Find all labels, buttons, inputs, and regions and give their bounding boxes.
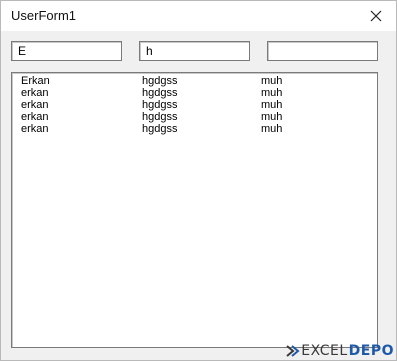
textbox-2[interactable] [139, 41, 250, 61]
list-rows: Erkan hgdgss muh erkan hgdgss muh erkan hgdgss m… [12, 75, 377, 135]
list-cell: muh [261, 123, 283, 135]
list-cell: hgdgss [142, 99, 178, 111]
list-cell: erkan [21, 123, 49, 135]
list-item[interactable]: erkan hgdgss muh [12, 87, 377, 99]
close-icon [370, 10, 382, 22]
list-item[interactable]: erkan hgdgss muh [12, 111, 377, 123]
list-cell: Erkan [21, 75, 50, 87]
window-title: UserForm1 [11, 8, 77, 23]
list-cell: hgdgss [142, 123, 178, 135]
list-cell: hgdgss [142, 111, 178, 123]
list-cell: muh [261, 75, 283, 87]
logo-mark-icon [286, 345, 300, 357]
close-button[interactable] [356, 1, 396, 31]
list-cell: hgdgss [142, 87, 178, 99]
watermark-logo: EXCEL DEPO [286, 343, 394, 359]
watermark-text-1: EXCEL [301, 343, 348, 359]
watermark-text-2: DEPO [348, 343, 394, 359]
list-box[interactable]: Erkan hgdgss muh erkan hgdgss muh erkan hgdgss m… [11, 72, 378, 348]
list-item[interactable]: erkan hgdgss muh [12, 123, 377, 135]
list-item[interactable]: erkan hgdgss muh [12, 99, 377, 111]
textbox-3[interactable] [267, 41, 378, 61]
list-item[interactable]: Erkan hgdgss muh [12, 75, 377, 87]
list-cell: muh [261, 99, 283, 111]
textbox-1[interactable] [11, 41, 122, 61]
list-cell: hgdgss [142, 75, 178, 87]
list-cell: muh [261, 111, 283, 123]
userform-window: UserForm1 Erkanhgdgssmuherkanhgdgssmuher… [0, 0, 397, 361]
title-bar: UserForm1 [1, 1, 396, 31]
list-cell: erkan [21, 111, 49, 123]
list-cell: erkan [21, 99, 49, 111]
list-cell: erkan [21, 87, 49, 99]
list-cell: muh [261, 87, 283, 99]
